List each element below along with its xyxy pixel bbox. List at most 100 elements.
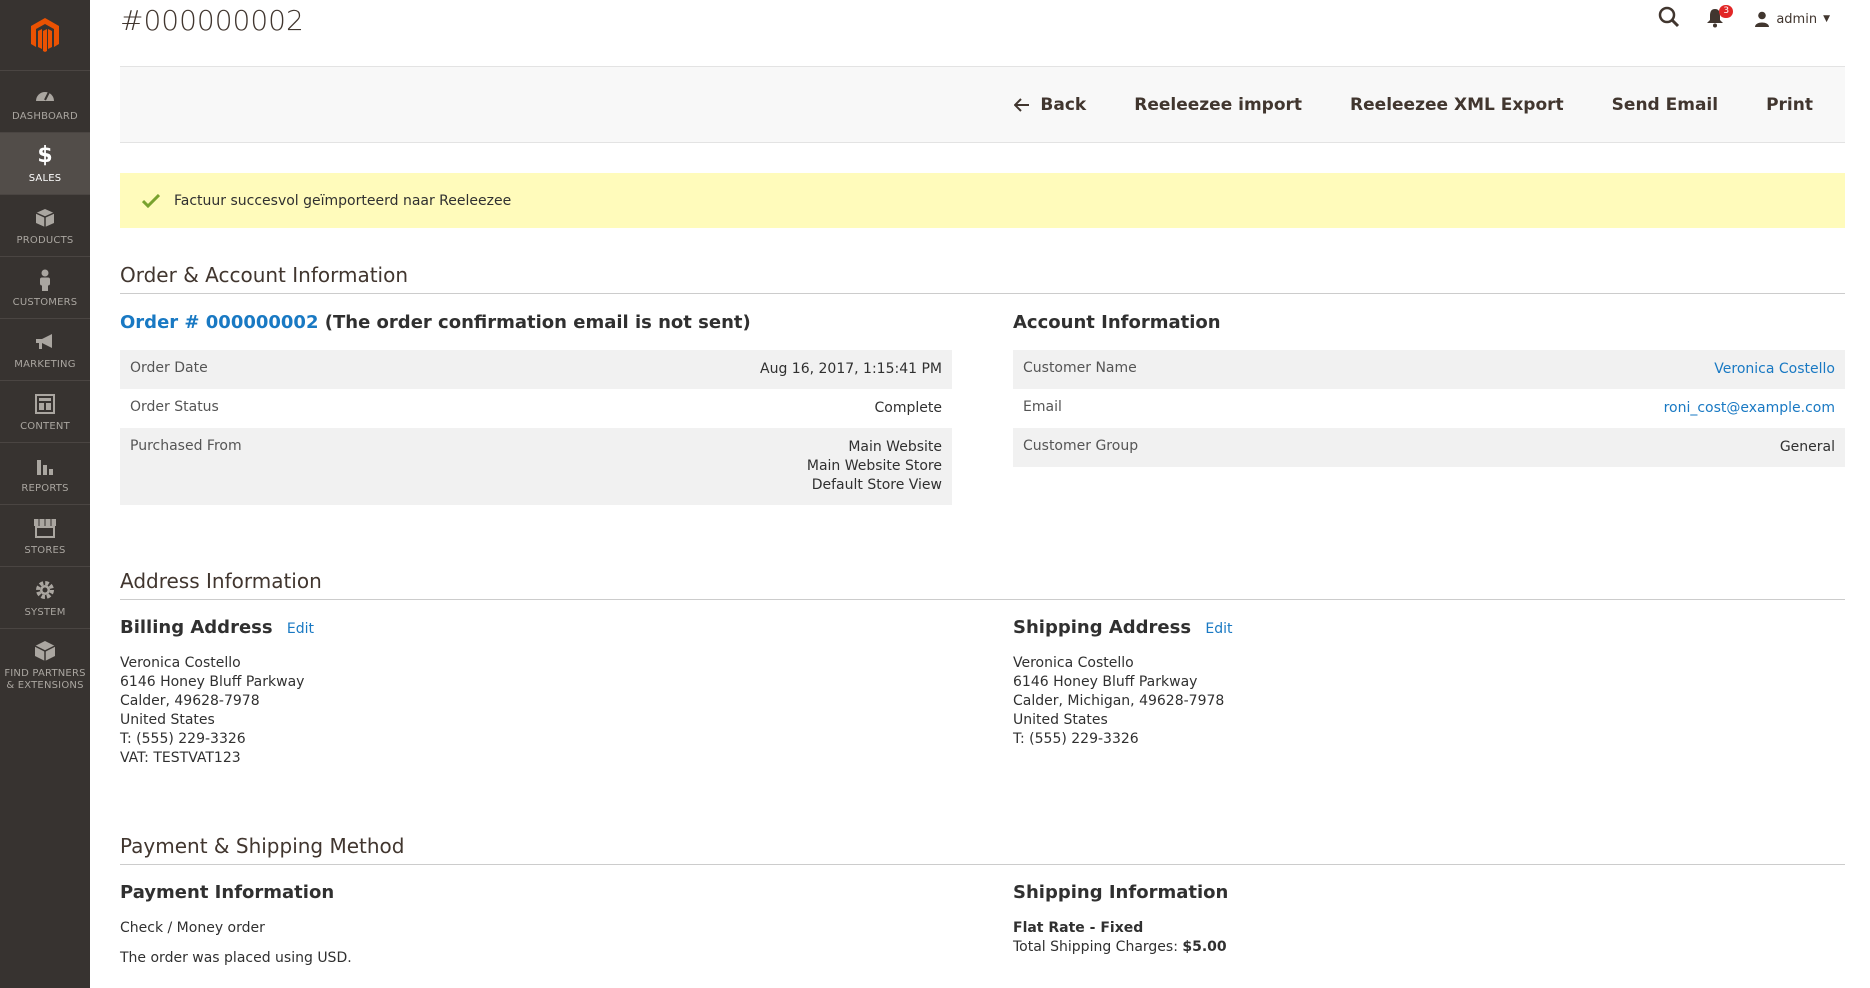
reeleezee-xml-export-button[interactable]: Reeleezee XML Export: [1350, 95, 1564, 115]
nav-label: CONTENT: [20, 420, 70, 432]
nav-system[interactable]: SYSTEM: [0, 566, 90, 628]
page-actions-toolbar: Back Reeleezee import Reeleezee XML Expo…: [120, 66, 1845, 143]
nav-label: REPORTS: [21, 482, 69, 494]
order-email-note: (The order confirmation email is not sen…: [324, 312, 751, 333]
box-icon: [32, 205, 58, 231]
nav-marketing[interactable]: MARKETING: [0, 318, 90, 380]
nav-products[interactable]: PRODUCTS: [0, 194, 90, 256]
customer-group-label: Customer Group: [1013, 428, 1358, 467]
table-row: Purchased From Main Website Main Website…: [120, 428, 952, 505]
nav-find-partners[interactable]: FIND PARTNERS & EXTENSIONS: [0, 628, 90, 700]
shipping-phone: T: (555) 229-3326: [1013, 731, 1139, 747]
nav-label: CUSTOMERS: [12, 296, 78, 308]
billing-name: Veronica Costello: [120, 655, 241, 671]
purchased-from-website: Main Website: [848, 439, 942, 455]
order-status-value: Complete: [874, 400, 942, 416]
customer-name-label: Customer Name: [1013, 350, 1358, 389]
admin-sidebar: DASHBOARD $ SALES PRODUCTS CUSTOMERS MAR…: [0, 0, 90, 988]
nav-sales[interactable]: $ SALES: [0, 132, 90, 194]
nav-customers[interactable]: CUSTOMERS: [0, 256, 90, 318]
shipping-charges-value: $5.00: [1182, 939, 1227, 955]
order-status-label: Order Status: [130, 399, 219, 415]
admin-username: admin: [1776, 11, 1818, 27]
order-heading: Order # 000000002 (The order confirmatio…: [120, 312, 751, 333]
edit-shipping-address-link[interactable]: Edit: [1205, 621, 1232, 637]
table-row: Customer Group General: [1013, 428, 1845, 467]
billing-address-heading: Billing Address: [120, 617, 273, 638]
nav-label: DASHBOARD: [12, 110, 78, 122]
shipping-country: United States: [1013, 712, 1108, 728]
nav-label: STORES: [24, 544, 66, 556]
nav-label: SALES: [28, 172, 62, 184]
email-label: Email: [1023, 399, 1062, 415]
nav-stores[interactable]: STORES: [0, 504, 90, 566]
shipping-info-title: Shipping Information: [1013, 882, 1229, 903]
edit-billing-address-link[interactable]: Edit: [287, 621, 314, 637]
dollar-icon: $: [37, 143, 53, 168]
shipping-name: Veronica Costello: [1013, 655, 1134, 671]
nav-content[interactable]: CONTENT: [0, 380, 90, 442]
success-message-text: Factuur succesvol geïmporteerd naar Reel…: [174, 192, 512, 209]
table-row: Email roni_cost@example.com: [1013, 389, 1845, 428]
layout-icon: [32, 391, 58, 417]
order-info-table: Order Date Aug 16, 2017, 1:15:41 PM Orde…: [120, 350, 952, 505]
shipping-address-heading: Shipping Address: [1013, 617, 1192, 638]
header-actions: 3 admin ▼: [1658, 5, 1830, 32]
billing-address: Veronica Costello 6146 Honey Bluff Parkw…: [120, 654, 304, 768]
shipping-method: Flat Rate - Fixed: [1013, 920, 1144, 936]
success-message: Factuur succesvol geïmporteerd naar Reel…: [120, 173, 1845, 228]
table-row: Order Date Aug 16, 2017, 1:15:41 PM: [120, 350, 952, 389]
billing-city: Calder, 49628-7978: [120, 693, 260, 709]
customer-email-link[interactable]: roni_cost@example.com: [1664, 400, 1835, 416]
back-button[interactable]: Back: [1014, 95, 1086, 115]
nav-label: FIND PARTNERS & EXTENSIONS: [4, 667, 86, 691]
print-button[interactable]: Print: [1766, 95, 1813, 115]
order-date-label: Order Date: [120, 350, 449, 389]
magento-logo-icon: [31, 18, 59, 52]
user-icon: [1755, 11, 1770, 27]
table-row: Order Status Complete: [120, 389, 952, 428]
send-email-button[interactable]: Send Email: [1612, 95, 1718, 115]
purchased-from-value: Main Website Main Website Store Default …: [448, 428, 952, 505]
notifications-button[interactable]: 3: [1706, 5, 1734, 30]
cube-icon: [32, 638, 58, 664]
purchased-from-store: Main Website Store: [806, 458, 942, 474]
account-info-table: Customer Name Veronica Costello Email ro…: [1013, 350, 1845, 467]
billing-phone: T: (555) 229-3326: [120, 731, 246, 747]
arrow-left-icon: [1014, 97, 1030, 112]
checkmark-icon: [142, 193, 160, 208]
order-date-value: Aug 16, 2017, 1:15:41 PM: [448, 350, 952, 389]
payment-info-title: Payment Information: [120, 882, 335, 903]
order-account-section-title: Order & Account Information: [120, 263, 1845, 294]
billing-address-title: Billing Address Edit: [120, 617, 314, 638]
shipping-address-title: Shipping Address Edit: [1013, 617, 1232, 638]
account-info-title: Account Information: [1013, 312, 1221, 333]
chevron-down-icon: ▼: [1823, 14, 1830, 24]
nav-label: PRODUCTS: [16, 234, 74, 246]
admin-user-menu[interactable]: admin ▼: [1754, 11, 1830, 27]
currency-note: The order was placed using USD.: [120, 950, 352, 966]
billing-vat: VAT: TESTVAT123: [120, 750, 241, 766]
shipping-charges-label: Total Shipping Charges:: [1013, 939, 1178, 955]
order-number-link[interactable]: Order # 000000002: [120, 312, 318, 333]
nav-dashboard[interactable]: DASHBOARD: [0, 70, 90, 132]
customer-group-value: General: [1357, 428, 1845, 467]
nav-label: SYSTEM: [24, 606, 66, 618]
search-icon[interactable]: [1658, 6, 1680, 32]
payment-shipping-section-title: Payment & Shipping Method: [120, 834, 1845, 865]
magento-logo[interactable]: [0, 0, 90, 70]
table-row: Customer Name Veronica Costello: [1013, 350, 1845, 389]
customer-name-link[interactable]: Veronica Costello: [1714, 361, 1835, 377]
person-icon: [32, 267, 58, 293]
shipping-address: Veronica Costello 6146 Honey Bluff Parkw…: [1013, 654, 1224, 749]
megaphone-icon: [32, 329, 58, 355]
billing-country: United States: [120, 712, 215, 728]
reeleezee-import-button[interactable]: Reeleezee import: [1134, 95, 1302, 115]
purchased-from-store-view: Default Store View: [811, 477, 942, 493]
purchased-from-label: Purchased From: [120, 428, 449, 505]
bar-chart-icon: [32, 453, 58, 479]
shipping-charges: Total Shipping Charges: $5.00: [1013, 939, 1227, 955]
nav-reports[interactable]: REPORTS: [0, 442, 90, 504]
payment-method: Check / Money order: [120, 920, 265, 936]
store-icon: [32, 515, 58, 541]
